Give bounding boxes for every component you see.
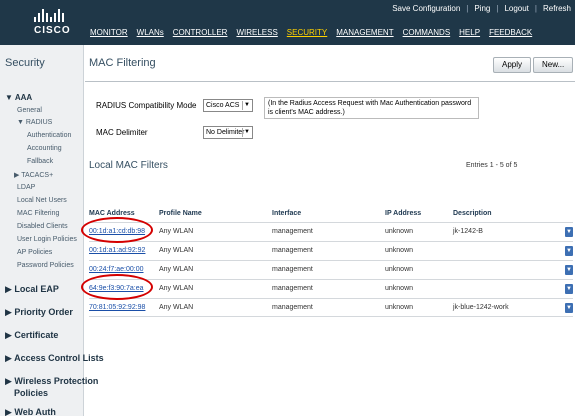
profile-cell: Any WLAN (159, 266, 194, 273)
nav-monitor[interactable]: MONITOR (90, 28, 128, 37)
mac-delimiter-select[interactable]: No Delimiter ▼ (203, 126, 253, 139)
sidebar-item-mac-filtering[interactable]: MAC Filtering (17, 210, 59, 217)
description-cell: jk-1242-B (453, 228, 483, 235)
sidebar-title: Security (5, 57, 45, 69)
column-header-mac: MAC Address (89, 210, 135, 217)
table-row: 64:9e:f3:90:7a:ea Any WLAN management un… (89, 279, 573, 298)
profile-cell: Any WLAN (159, 304, 194, 311)
mac-address-link[interactable]: 00:24:f7:ae:00:00 (89, 266, 144, 273)
sidebar-item-wireless-protection-policies[interactable]: Policies (14, 388, 48, 398)
sidebar-item-ap-policies[interactable]: AP Policies (17, 249, 52, 256)
column-header-profile: Profile Name (159, 210, 202, 217)
ip-cell: unknown (385, 228, 414, 235)
annotation-circle-row-4 (81, 274, 153, 300)
main-nav: MONITOR WLANs CONTROLLER WIRELESS SECURI… (90, 28, 532, 37)
table-row: 00:1d:a1:cd:db:98 Any WLAN management un… (89, 222, 573, 241)
nav-help[interactable]: HELP (459, 28, 480, 37)
sidebar-item-local-net-users[interactable]: Local Net Users (17, 197, 67, 204)
entries-count: Entries 1 - 5 of 5 (466, 162, 518, 169)
interface-cell: management (272, 304, 313, 311)
sidebar-item-radius[interactable]: ▼ RADIUS (17, 119, 52, 126)
row-menu-button[interactable]: ▼ (565, 303, 573, 313)
row-menu-button[interactable]: ▼ (565, 246, 573, 256)
sidebar-item-aaa[interactable]: ▼ AAA (5, 93, 32, 102)
nav-security[interactable]: SECURITY (287, 28, 327, 37)
sidebar-item-web-auth[interactable]: ▶ Web Auth (5, 407, 56, 416)
sidebar: Security ▼ AAA General ▼ RADIUS Authenti… (0, 45, 104, 416)
sidebar-item-local-eap[interactable]: ▶ Local EAP (5, 284, 59, 295)
radius-compatibility-label: RADIUS Compatibility Mode (96, 101, 197, 110)
profile-cell: Any WLAN (159, 285, 194, 292)
cisco-bars-icon (34, 6, 64, 22)
refresh-link[interactable]: Refresh (543, 4, 571, 13)
ip-cell: unknown (385, 304, 414, 311)
radius-compatibility-value: Cisco ACS (206, 102, 240, 109)
table-row: 00:24:f7:ae:00:00 Any WLAN management un… (89, 260, 573, 279)
annotation-circle-row-1 (81, 217, 153, 243)
cisco-logo: CISCO (0, 0, 88, 45)
radius-note: (In the Radius Access Request with Mac A… (264, 97, 479, 119)
row-menu-button[interactable]: ▼ (565, 227, 573, 237)
title-divider (85, 81, 575, 82)
nav-feedback[interactable]: FEEDBACK (489, 28, 532, 37)
row-menu-button[interactable]: ▼ (565, 284, 573, 294)
ip-cell: unknown (385, 247, 414, 254)
row-menu-button[interactable]: ▼ (565, 265, 573, 275)
chevron-down-icon: ▼ (242, 101, 251, 110)
sidebar-item-disabled-clients[interactable]: Disabled Clients (17, 223, 68, 230)
interface-cell: management (272, 285, 313, 292)
table-header: MAC Address Profile Name Interface IP Ad… (89, 209, 573, 222)
mac-filter-table: MAC Address Profile Name Interface IP Ad… (89, 209, 573, 317)
mac-address-link[interactable]: 00:1d:a1:ad:92:92 (89, 247, 145, 254)
profile-cell: Any WLAN (159, 228, 194, 235)
mac-delimiter-value: No Delimiter (206, 129, 245, 136)
sidebar-item-priority-order[interactable]: ▶ Priority Order (5, 307, 73, 318)
column-header-interface: Interface (272, 210, 302, 217)
sidebar-item-accounting[interactable]: Accounting (27, 145, 62, 152)
sidebar-item-certificate[interactable]: ▶ Certificate (5, 330, 58, 341)
mac-address-link[interactable]: 70:81:05:92:92:98 (89, 304, 145, 311)
top-header: CISCO Save Configuration | Ping | Logout | … (0, 0, 575, 45)
logout-link[interactable]: Logout (504, 4, 528, 13)
sidebar-item-password-policies[interactable]: Password Policies (17, 262, 74, 269)
interface-cell: management (272, 266, 313, 273)
sidebar-item-fallback[interactable]: Fallback (27, 158, 53, 165)
sidebar-item-general[interactable]: General (17, 107, 42, 114)
apply-button[interactable]: Apply (493, 57, 532, 73)
sidebar-item-tacacs[interactable]: ▶ TACACS+ (14, 171, 53, 179)
new-button[interactable]: New... (533, 57, 574, 73)
page-title: MAC Filtering (89, 57, 156, 69)
radius-compatibility-select[interactable]: Cisco ACS ▼ (203, 99, 253, 112)
profile-cell: Any WLAN (159, 247, 194, 254)
logo-text: CISCO (34, 25, 71, 36)
sidebar-item-user-login-policies[interactable]: User Login Policies (17, 236, 77, 243)
table-row: 00:1d:a1:ad:92:92 Any WLAN management un… (89, 241, 573, 260)
interface-cell: management (272, 228, 313, 235)
nav-wlans[interactable]: WLANs (137, 28, 164, 37)
sidebar-item-ldap[interactable]: LDAP (17, 184, 35, 191)
nav-management[interactable]: MANAGEMENT (336, 28, 393, 37)
section-title: Local MAC Filters (89, 160, 168, 171)
mac-delimiter-label: MAC Delimiter (96, 128, 148, 137)
nav-controller[interactable]: CONTROLLER (173, 28, 228, 37)
column-header-description: Description (453, 210, 492, 217)
column-header-ip: IP Address (385, 210, 422, 217)
sidebar-item-authentication[interactable]: Authentication (27, 132, 71, 139)
ip-cell: unknown (385, 266, 414, 273)
interface-cell: management (272, 247, 313, 254)
nav-commands[interactable]: COMMANDS (403, 28, 451, 37)
ping-link[interactable]: Ping (474, 4, 490, 13)
chevron-down-icon: ▼ (242, 128, 251, 137)
nav-wireless[interactable]: WIRELESS (236, 28, 277, 37)
ip-cell: unknown (385, 285, 414, 292)
top-links: Save Configuration | Ping | Logout | Refres… (392, 4, 571, 13)
description-cell: jk-blue-1242-work (453, 304, 509, 311)
save-configuration-link[interactable]: Save Configuration (392, 4, 460, 13)
table-row: 70:81:05:92:92:98 Any WLAN management un… (89, 298, 573, 317)
main-content: MAC Filtering Apply New... RADIUS Compat… (81, 45, 575, 416)
